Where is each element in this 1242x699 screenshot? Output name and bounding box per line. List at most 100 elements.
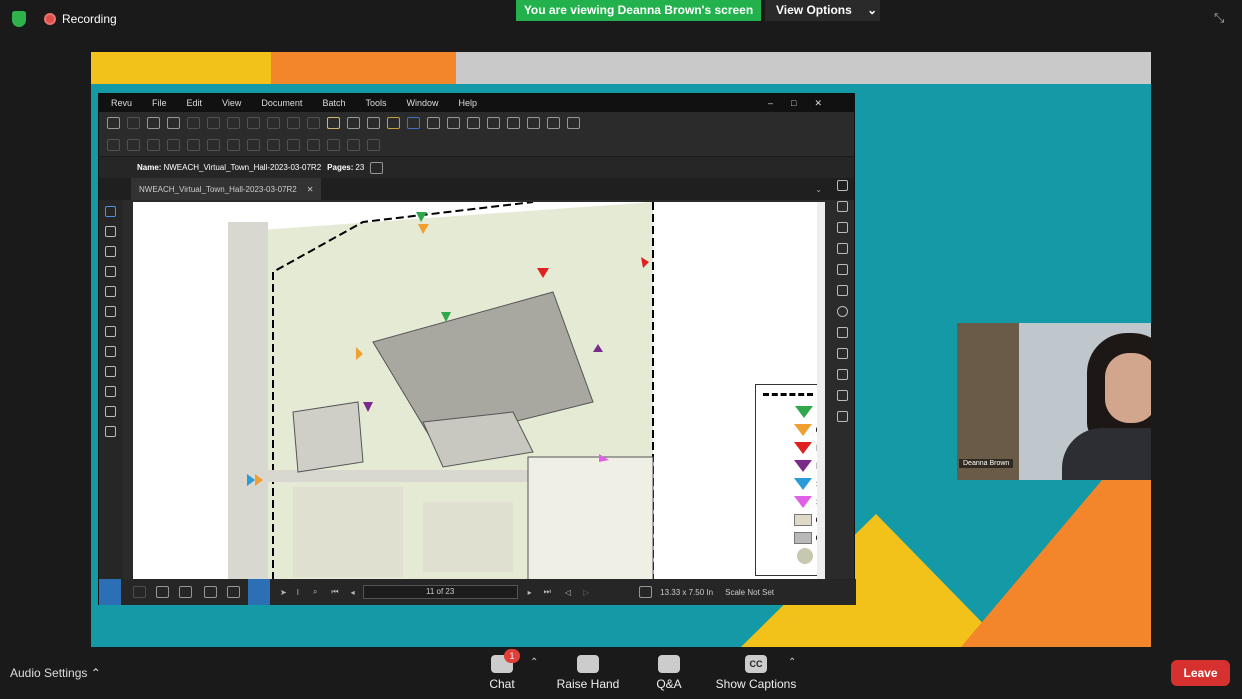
properties-icon[interactable]	[105, 306, 116, 317]
measurements-icon[interactable]	[105, 326, 116, 337]
image-icon[interactable]	[507, 117, 520, 129]
delete-icon[interactable]	[307, 117, 320, 129]
continuous-icon[interactable]	[179, 586, 192, 598]
last-page-icon[interactable]: ⏭	[544, 587, 551, 597]
list-view-icon[interactable]	[99, 579, 121, 605]
align-middle-icon[interactable]	[187, 139, 200, 151]
polygon-icon[interactable]	[837, 327, 848, 338]
ellipse-icon[interactable]	[837, 306, 848, 317]
pen-icon[interactable]	[407, 117, 420, 129]
redo-icon[interactable]	[207, 117, 220, 129]
flip-icon[interactable]	[307, 139, 320, 151]
highlight-icon[interactable]	[387, 117, 400, 129]
select-icon[interactable]: ➤	[280, 588, 287, 597]
zoom-icon[interactable]: ⌕	[313, 587, 317, 597]
arrow-icon[interactable]	[837, 201, 848, 212]
area-icon[interactable]	[837, 369, 848, 380]
arc-icon[interactable]	[837, 222, 848, 233]
raise-hand-button[interactable]: Raise Hand	[555, 655, 621, 691]
paste-icon[interactable]	[267, 117, 280, 129]
audio-settings-button[interactable]: Audio Settings ⌃	[10, 666, 101, 680]
snapshot-icon[interactable]	[427, 117, 440, 129]
export-icon[interactable]	[167, 117, 180, 129]
view-options-button[interactable]: View Options ⌄	[765, 0, 880, 21]
menu-file[interactable]: File	[152, 98, 167, 108]
exit-fullscreen-icon[interactable]: ⤡	[1214, 10, 1224, 26]
pan-hand-icon[interactable]	[248, 579, 270, 605]
rectangle-icon[interactable]	[837, 285, 848, 296]
cloud-icon[interactable]	[837, 348, 848, 359]
toolchest-icon[interactable]	[105, 266, 116, 277]
menu-batch[interactable]: Batch	[322, 98, 345, 108]
move-icon[interactable]	[267, 139, 280, 151]
back-view-icon[interactable]: ◁	[565, 588, 571, 597]
file-access-icon[interactable]	[105, 386, 116, 397]
links-icon[interactable]	[105, 426, 116, 437]
qa-button[interactable]: Q&A	[650, 655, 688, 691]
page-number-input[interactable]: 11 of 23	[362, 585, 518, 599]
mirror-icon[interactable]	[347, 139, 360, 151]
align-center-icon[interactable]	[127, 139, 140, 151]
distribute-icon[interactable]	[227, 139, 240, 151]
menu-window[interactable]: Window	[406, 98, 438, 108]
captions-options-chevron-icon[interactable]: ⌃	[788, 657, 796, 668]
center-icon[interactable]	[287, 139, 300, 151]
crop-icon[interactable]	[347, 117, 360, 129]
menu-revu[interactable]: Revu	[111, 98, 132, 108]
search-icon[interactable]	[105, 406, 116, 417]
markups-list-icon[interactable]	[105, 286, 116, 297]
print-icon[interactable]	[147, 117, 160, 129]
distribute-vertical-icon[interactable]	[247, 139, 260, 151]
format-painter-icon[interactable]	[287, 117, 300, 129]
shape-icon[interactable]	[447, 117, 460, 129]
signatures-icon[interactable]	[105, 346, 116, 357]
overlay-icon[interactable]	[567, 117, 580, 129]
cut-icon[interactable]	[227, 117, 240, 129]
select-area-icon[interactable]	[527, 117, 540, 129]
save-icon[interactable]	[127, 117, 140, 129]
split-icon[interactable]	[204, 586, 217, 598]
count-icon[interactable]	[837, 411, 848, 422]
window-controls[interactable]: –□✕	[768, 98, 840, 109]
first-page-icon[interactable]: ⏮	[331, 587, 338, 597]
layers-icon[interactable]	[105, 246, 116, 257]
rotate-icon[interactable]	[327, 139, 340, 151]
close-tab-icon[interactable]: ✕	[307, 185, 314, 194]
bookmarks-icon[interactable]	[105, 226, 116, 237]
undo-icon[interactable]	[187, 117, 200, 129]
forward-view-icon[interactable]: ▷	[583, 588, 589, 597]
measure-icon[interactable]	[837, 390, 848, 401]
align-right-icon[interactable]	[147, 139, 160, 151]
menu-document[interactable]: Document	[261, 98, 302, 108]
scale-status[interactable]: Scale Not Set	[725, 588, 774, 597]
open-icon[interactable]	[107, 117, 120, 129]
chat-button[interactable]: Chat 1	[482, 649, 522, 691]
tab-list-chevron-icon[interactable]: ⌄	[815, 185, 822, 194]
bell-icon[interactable]	[327, 117, 340, 129]
document-properties-icon[interactable]	[370, 161, 384, 174]
vertical-scrollbar[interactable]	[817, 202, 825, 580]
align-top-icon[interactable]	[167, 139, 180, 151]
align-bottom-icon[interactable]	[207, 139, 220, 151]
compare-icon[interactable]	[547, 117, 560, 129]
thumbnails-icon[interactable]	[105, 206, 116, 217]
text-box-icon[interactable]	[367, 117, 380, 129]
callout-icon[interactable]	[467, 117, 480, 129]
single-page-icon[interactable]	[133, 586, 146, 598]
sets-icon[interactable]	[105, 366, 116, 377]
document-page[interactable]: FFCEPSSCCL	[133, 202, 825, 580]
menu-view[interactable]: View	[222, 98, 241, 108]
stamp-icon[interactable]	[487, 117, 500, 129]
menu-help[interactable]: Help	[458, 98, 477, 108]
text-select-icon[interactable]: I	[297, 588, 299, 597]
dimension-icon[interactable]	[837, 264, 848, 275]
fit-page-icon[interactable]	[227, 586, 240, 598]
next-page-icon[interactable]: ▸	[528, 588, 532, 597]
security-shield-icon[interactable]	[12, 11, 26, 27]
chat-options-chevron-icon[interactable]: ⌃	[530, 657, 538, 668]
align-left-icon[interactable]	[107, 139, 120, 151]
copy-icon[interactable]	[247, 117, 260, 129]
leave-button[interactable]: Leave	[1171, 660, 1230, 686]
menu-tools[interactable]: Tools	[365, 98, 386, 108]
two-page-icon[interactable]	[156, 586, 169, 598]
